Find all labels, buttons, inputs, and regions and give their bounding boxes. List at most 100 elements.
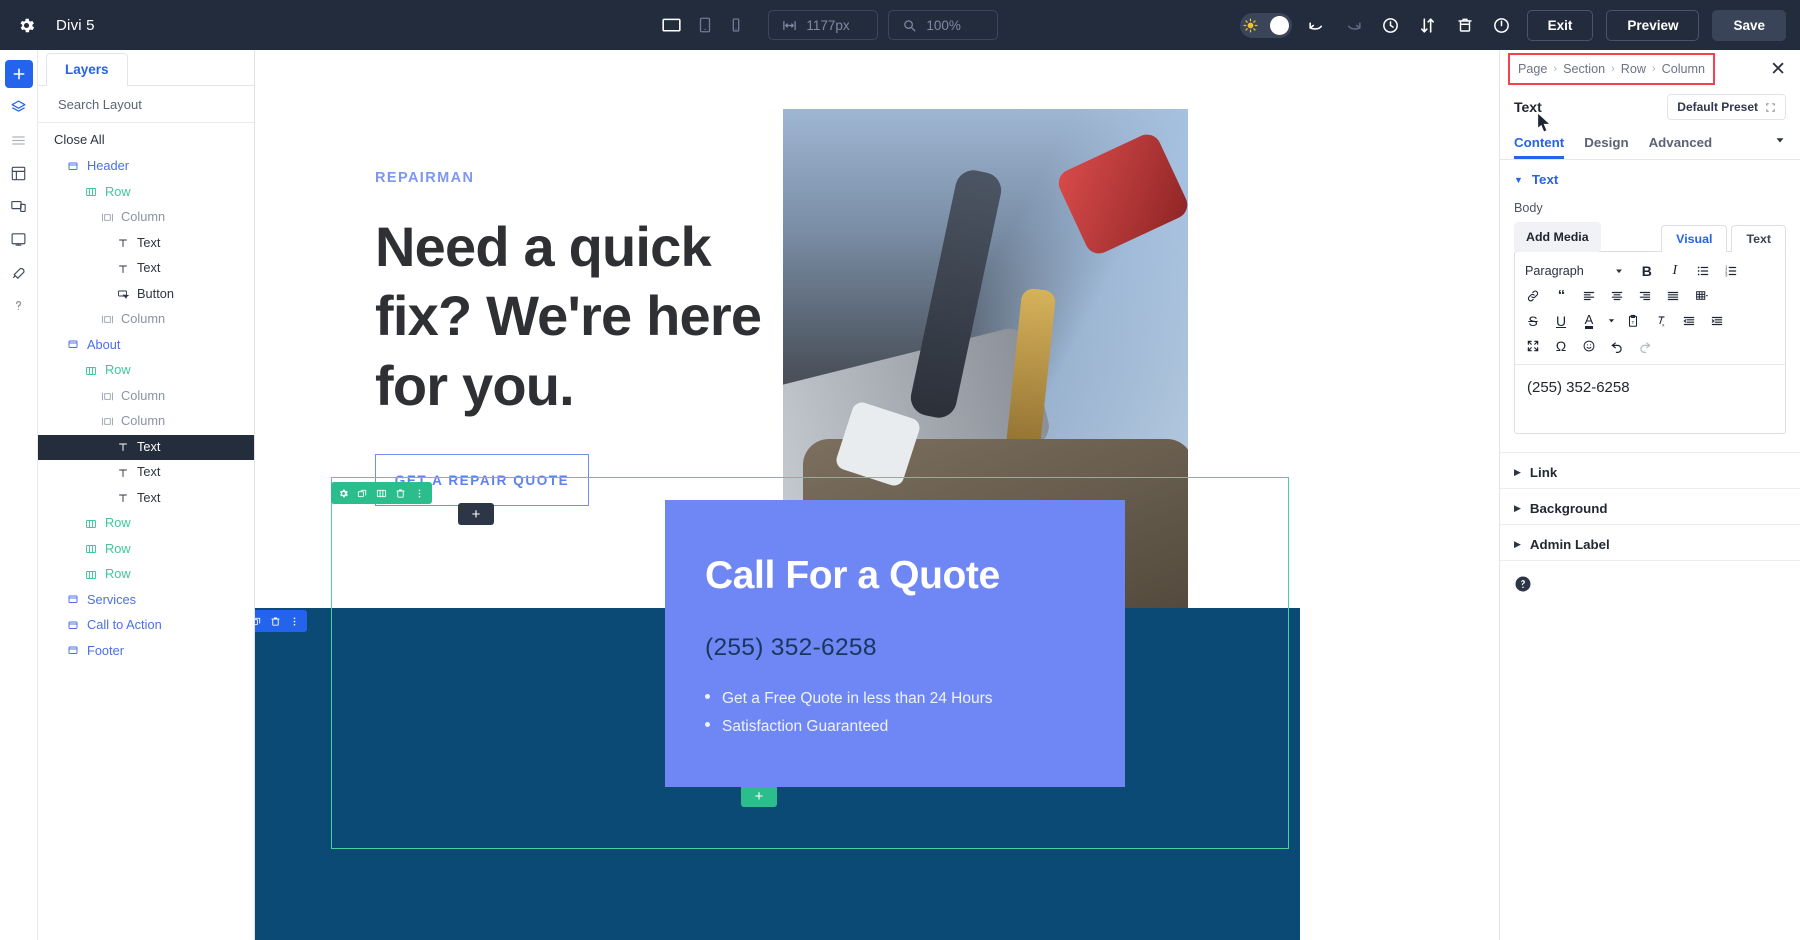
editor-tab-text[interactable]: Text (1731, 225, 1786, 252)
add-media-button[interactable]: Add Media (1514, 222, 1601, 252)
format-select[interactable]: Paragraph (1520, 264, 1624, 278)
layer-row-about-7[interactable]: About (38, 333, 254, 359)
preset-selector[interactable]: Default Preset (1667, 94, 1786, 120)
tablet-icon[interactable] (696, 16, 714, 34)
theme-toggle[interactable] (1239, 12, 1292, 38)
chevron-down-icon[interactable] (1774, 133, 1786, 151)
sort-updown-icon[interactable] (1416, 13, 1440, 37)
trash-icon[interactable] (1453, 13, 1477, 37)
indent-icon[interactable] (1704, 309, 1730, 332)
layer-row-call-to-action-18[interactable]: Call to Action (38, 613, 254, 639)
zoom-input[interactable]: 100% (888, 10, 999, 40)
close-icon[interactable]: ✕ (1770, 60, 1786, 79)
close-all-label[interactable]: Close All (38, 123, 254, 153)
list-icon[interactable] (5, 126, 33, 154)
italic-icon[interactable]: I (1662, 259, 1688, 282)
tab-content[interactable]: Content (1514, 124, 1564, 159)
search-input[interactable] (58, 96, 234, 112)
wireframe-icon[interactable] (5, 159, 33, 187)
undo-icon[interactable] (1305, 13, 1329, 37)
editor-content[interactable]: (255) 352-6258 (1515, 365, 1785, 433)
text-color-icon[interactable]: A (1576, 309, 1602, 332)
table-icon[interactable] (1688, 284, 1714, 307)
numbered-list-icon[interactable]: 123 (1718, 259, 1744, 282)
layer-row-row-1[interactable]: Row (38, 180, 254, 206)
save-button[interactable]: Save (1712, 9, 1786, 41)
layers-icon[interactable] (5, 93, 33, 121)
tab-design[interactable]: Design (1584, 124, 1628, 159)
delete-icon[interactable] (392, 485, 409, 502)
help-icon[interactable] (5, 291, 33, 319)
layer-row-text-11[interactable]: Text (38, 434, 254, 460)
paste-as-text-icon[interactable]: T (1620, 309, 1646, 332)
columns-icon[interactable] (373, 485, 390, 502)
redo-icon[interactable] (1632, 334, 1658, 357)
add-module-icon[interactable] (4, 60, 33, 88)
layer-row-text-12[interactable]: Text (38, 460, 254, 486)
clear-formatting-icon[interactable]: x (1648, 309, 1674, 332)
layer-row-column-9[interactable]: Column (38, 384, 254, 410)
settings-icon[interactable] (335, 485, 352, 502)
layer-row-column-10[interactable]: Column (38, 409, 254, 435)
desktop-icon[interactable] (661, 15, 682, 36)
chevron-down-icon[interactable] (1604, 309, 1618, 332)
outdent-icon[interactable] (1676, 309, 1702, 332)
layer-row-header-0[interactable]: Header (38, 154, 254, 180)
underline-icon[interactable]: U (1548, 309, 1574, 332)
responsive-icon[interactable] (5, 192, 33, 220)
delete-icon[interactable] (267, 613, 284, 630)
redo-icon[interactable] (1342, 13, 1366, 37)
layer-row-column-6[interactable]: Column (38, 307, 254, 333)
power-icon[interactable] (1490, 13, 1514, 37)
more-icon[interactable] (411, 485, 428, 502)
layer-row-row-14[interactable]: Row (38, 511, 254, 537)
layer-row-row-8[interactable]: Row (38, 358, 254, 384)
layer-row-row-15[interactable]: Row (38, 537, 254, 563)
emoji-icon[interactable] (1576, 334, 1602, 357)
align-justify-icon[interactable] (1660, 284, 1686, 307)
add-row-button[interactable]: + (741, 785, 777, 807)
tab-advanced[interactable]: Advanced (1649, 124, 1713, 159)
bulleted-list-icon[interactable] (1690, 259, 1716, 282)
layer-row-text-4[interactable]: Text (38, 256, 254, 282)
more-icon[interactable] (286, 613, 303, 630)
add-module-button[interactable]: + (458, 503, 494, 525)
layer-row-footer-19[interactable]: Footer (38, 639, 254, 665)
clock-history-icon[interactable] (1379, 13, 1403, 37)
breadcrumb-page[interactable]: Page (1518, 62, 1547, 76)
align-left-icon[interactable] (1576, 284, 1602, 307)
duplicate-icon[interactable] (255, 613, 265, 630)
duplicate-icon[interactable] (354, 485, 371, 502)
align-right-icon[interactable] (1632, 284, 1658, 307)
phone-icon[interactable] (728, 17, 744, 33)
align-center-icon[interactable] (1604, 284, 1630, 307)
layer-row-button-5[interactable]: Button (38, 282, 254, 308)
tab-layers[interactable]: Layers (46, 53, 128, 86)
section-admin-label-header[interactable]: ▶ Admin Label (1500, 525, 1800, 560)
section-background-header[interactable]: ▶ Background (1500, 489, 1800, 524)
editor-tab-visual[interactable]: Visual (1661, 225, 1728, 252)
link-icon[interactable] (1520, 284, 1546, 307)
section-text-header[interactable]: ▼ Text (1500, 160, 1800, 195)
breadcrumb-column[interactable]: Column (1662, 62, 1705, 76)
layer-row-text-13[interactable]: Text (38, 486, 254, 512)
preview-button[interactable]: Preview (1606, 9, 1700, 41)
bold-icon[interactable]: B (1634, 259, 1660, 282)
layer-row-column-2[interactable]: Column (38, 205, 254, 231)
fullscreen-icon[interactable] (1520, 334, 1546, 357)
blockquote-icon[interactable]: “ (1548, 284, 1574, 307)
breadcrumb-section[interactable]: Section (1563, 62, 1605, 76)
help-circle-icon[interactable] (1500, 561, 1800, 612)
exit-button[interactable]: Exit (1526, 9, 1594, 41)
tools-icon[interactable] (5, 258, 33, 286)
strikethrough-icon[interactable]: S (1520, 309, 1546, 332)
portability-icon[interactable] (5, 225, 33, 253)
viewport-width-input[interactable]: 1177px (768, 10, 879, 40)
special-character-icon[interactable]: Ω (1548, 334, 1574, 357)
undo-icon[interactable] (1604, 334, 1630, 357)
breadcrumb-row[interactable]: Row (1621, 62, 1646, 76)
layer-row-text-3[interactable]: Text (38, 231, 254, 257)
layer-row-row-16[interactable]: Row (38, 562, 254, 588)
gear-icon[interactable] (14, 13, 38, 37)
section-link-header[interactable]: ▶ Link (1500, 453, 1800, 488)
